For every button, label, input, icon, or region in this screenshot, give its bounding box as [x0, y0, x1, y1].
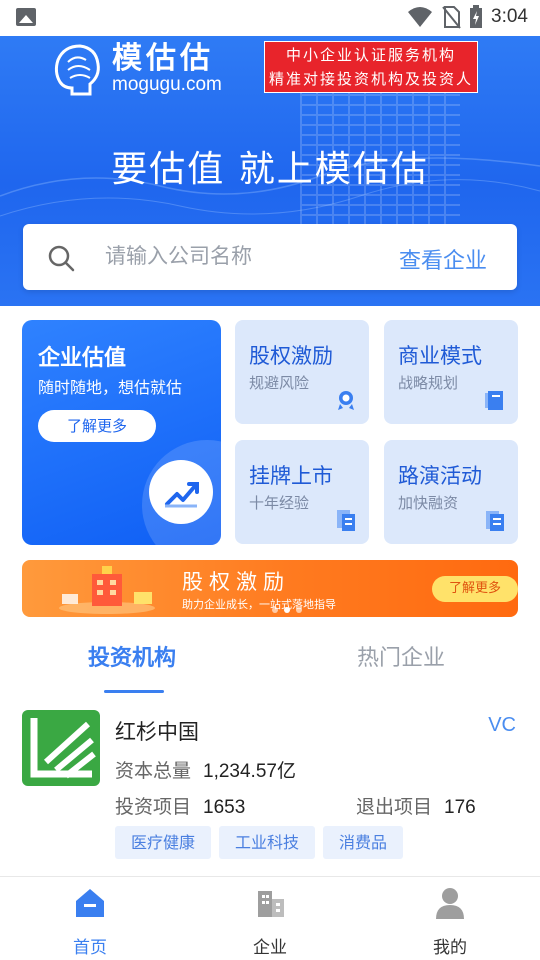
brand-domain: mogugu.com: [112, 74, 222, 95]
promo-subtitle: 助力企业成长，一站式落地指导: [182, 598, 336, 611]
investor-name: 红杉中国: [115, 720, 199, 744]
search-icon: [48, 245, 75, 272]
home-icon: [76, 889, 104, 917]
wifi-icon: [408, 7, 433, 27]
capital-label: 资本总量: [115, 760, 192, 782]
roadshow-icon: [486, 511, 504, 531]
search-input[interactable]: [105, 236, 385, 276]
industry-tag[interactable]: 消费品: [323, 826, 404, 859]
nav-profile-label: 我的: [433, 938, 467, 958]
equity-promo-banner[interactable]: 股权激励 助力企业成长，一站式落地指导 了解更多: [22, 560, 518, 617]
service-subtitle: 十年经验: [249, 494, 310, 512]
carousel-dots: [272, 607, 302, 613]
service-subtitle: 战略规划: [398, 374, 459, 392]
service-subtitle: 规避风险: [249, 374, 310, 392]
nav-profile[interactable]: 我的: [405, 885, 495, 958]
valuation-learn-more-button[interactable]: 了解更多: [38, 410, 156, 442]
equity-icon: [338, 391, 354, 410]
company-search-bar[interactable]: 查看企业: [23, 224, 517, 290]
service-title: 路演活动: [398, 464, 482, 488]
service-equity-incentive[interactable]: 股权激励 规避风险: [235, 320, 369, 424]
nav-enterprise-label: 企业: [253, 938, 287, 958]
trend-chart-icon: [165, 482, 199, 508]
invest-value: 1653: [203, 797, 246, 818]
service-roadshow[interactable]: 路演活动 加快融资: [384, 440, 518, 544]
investor-list-item[interactable]: 红杉中国 VC 资本总量 1,234.57亿 投资项目 1653 退出项目 176 医…: [0, 700, 540, 870]
tagline-line2: 精准对接投资机构及投资人: [268, 70, 473, 88]
building-icon: [258, 891, 284, 917]
listing-icon: [337, 510, 355, 531]
investor-type-badge: VC: [488, 714, 516, 736]
list-tabs: 投资机构 热门企业: [0, 634, 540, 694]
battery-icon: [470, 5, 483, 28]
status-bar: 3:04: [0, 0, 540, 36]
valuation-title: 企业估值: [38, 346, 127, 371]
valuation-chart-badge: [149, 460, 213, 524]
industry-tag[interactable]: 医疗健康: [115, 826, 212, 859]
service-subtitle: 加快融资: [398, 494, 459, 512]
invest-row: 投资项目 1653: [115, 792, 245, 819]
tab-indicator: [104, 690, 164, 693]
carousel-dot: [296, 607, 302, 613]
promo-building-illustration: [59, 566, 155, 614]
tab-hot-companies[interactable]: 热门企业: [357, 640, 445, 672]
nav-home[interactable]: 首页: [45, 885, 135, 958]
valuation-card[interactable]: 企业估值 随时随地，想估就估 了解更多: [22, 320, 221, 545]
status-time: 3:04: [491, 6, 528, 27]
gallery-icon: [16, 8, 36, 26]
exit-value: 176: [444, 797, 476, 818]
carousel-dot: [272, 607, 278, 613]
brand-tagline-box: 中小企业认证服务机构 精准对接投资机构及投资人: [264, 41, 478, 93]
service-listing[interactable]: 挂牌上市 十年经验: [235, 440, 369, 544]
service-title: 挂牌上市: [249, 464, 333, 488]
valuation-subtitle: 随时随地，想估就估: [38, 378, 183, 397]
invest-label: 投资项目: [115, 796, 192, 818]
nav-home-label: 首页: [73, 938, 107, 958]
brand-head-icon: [54, 44, 100, 96]
service-business-model[interactable]: 商业模式 战略规划: [384, 320, 518, 424]
capital-value: 1,234.57亿: [203, 761, 296, 782]
tab-investors[interactable]: 投资机构: [88, 640, 176, 672]
service-title: 股权激励: [249, 344, 333, 368]
investor-tags: 医疗健康 工业科技 消费品: [115, 826, 404, 859]
view-company-button[interactable]: 查看企业: [399, 243, 487, 275]
banner-slogan: 要估值 就上模估估: [111, 149, 429, 190]
bottom-navigation: 首页 企业 我的: [0, 876, 540, 960]
exit-label: 退出项目: [356, 796, 433, 818]
capital-row: 资本总量 1,234.57亿: [115, 756, 296, 783]
promo-title: 股权激励: [182, 570, 290, 594]
service-title: 商业模式: [398, 344, 482, 368]
book-icon: [485, 391, 503, 410]
nav-enterprise[interactable]: 企业: [225, 885, 315, 958]
user-icon: [436, 888, 464, 919]
tagline-line1: 中小企业认证服务机构: [285, 46, 456, 64]
industry-tag[interactable]: 工业科技: [219, 826, 316, 859]
exit-row: 退出项目 176: [356, 792, 476, 819]
brand-name: 模估估: [112, 41, 214, 76]
sequoia-logo: [22, 710, 100, 786]
promo-learn-more-button[interactable]: 了解更多: [432, 576, 518, 602]
no-sim-icon: [442, 6, 461, 29]
brand-logo: 模估估 mogugu.com: [50, 42, 222, 96]
carousel-dot: [284, 607, 290, 613]
